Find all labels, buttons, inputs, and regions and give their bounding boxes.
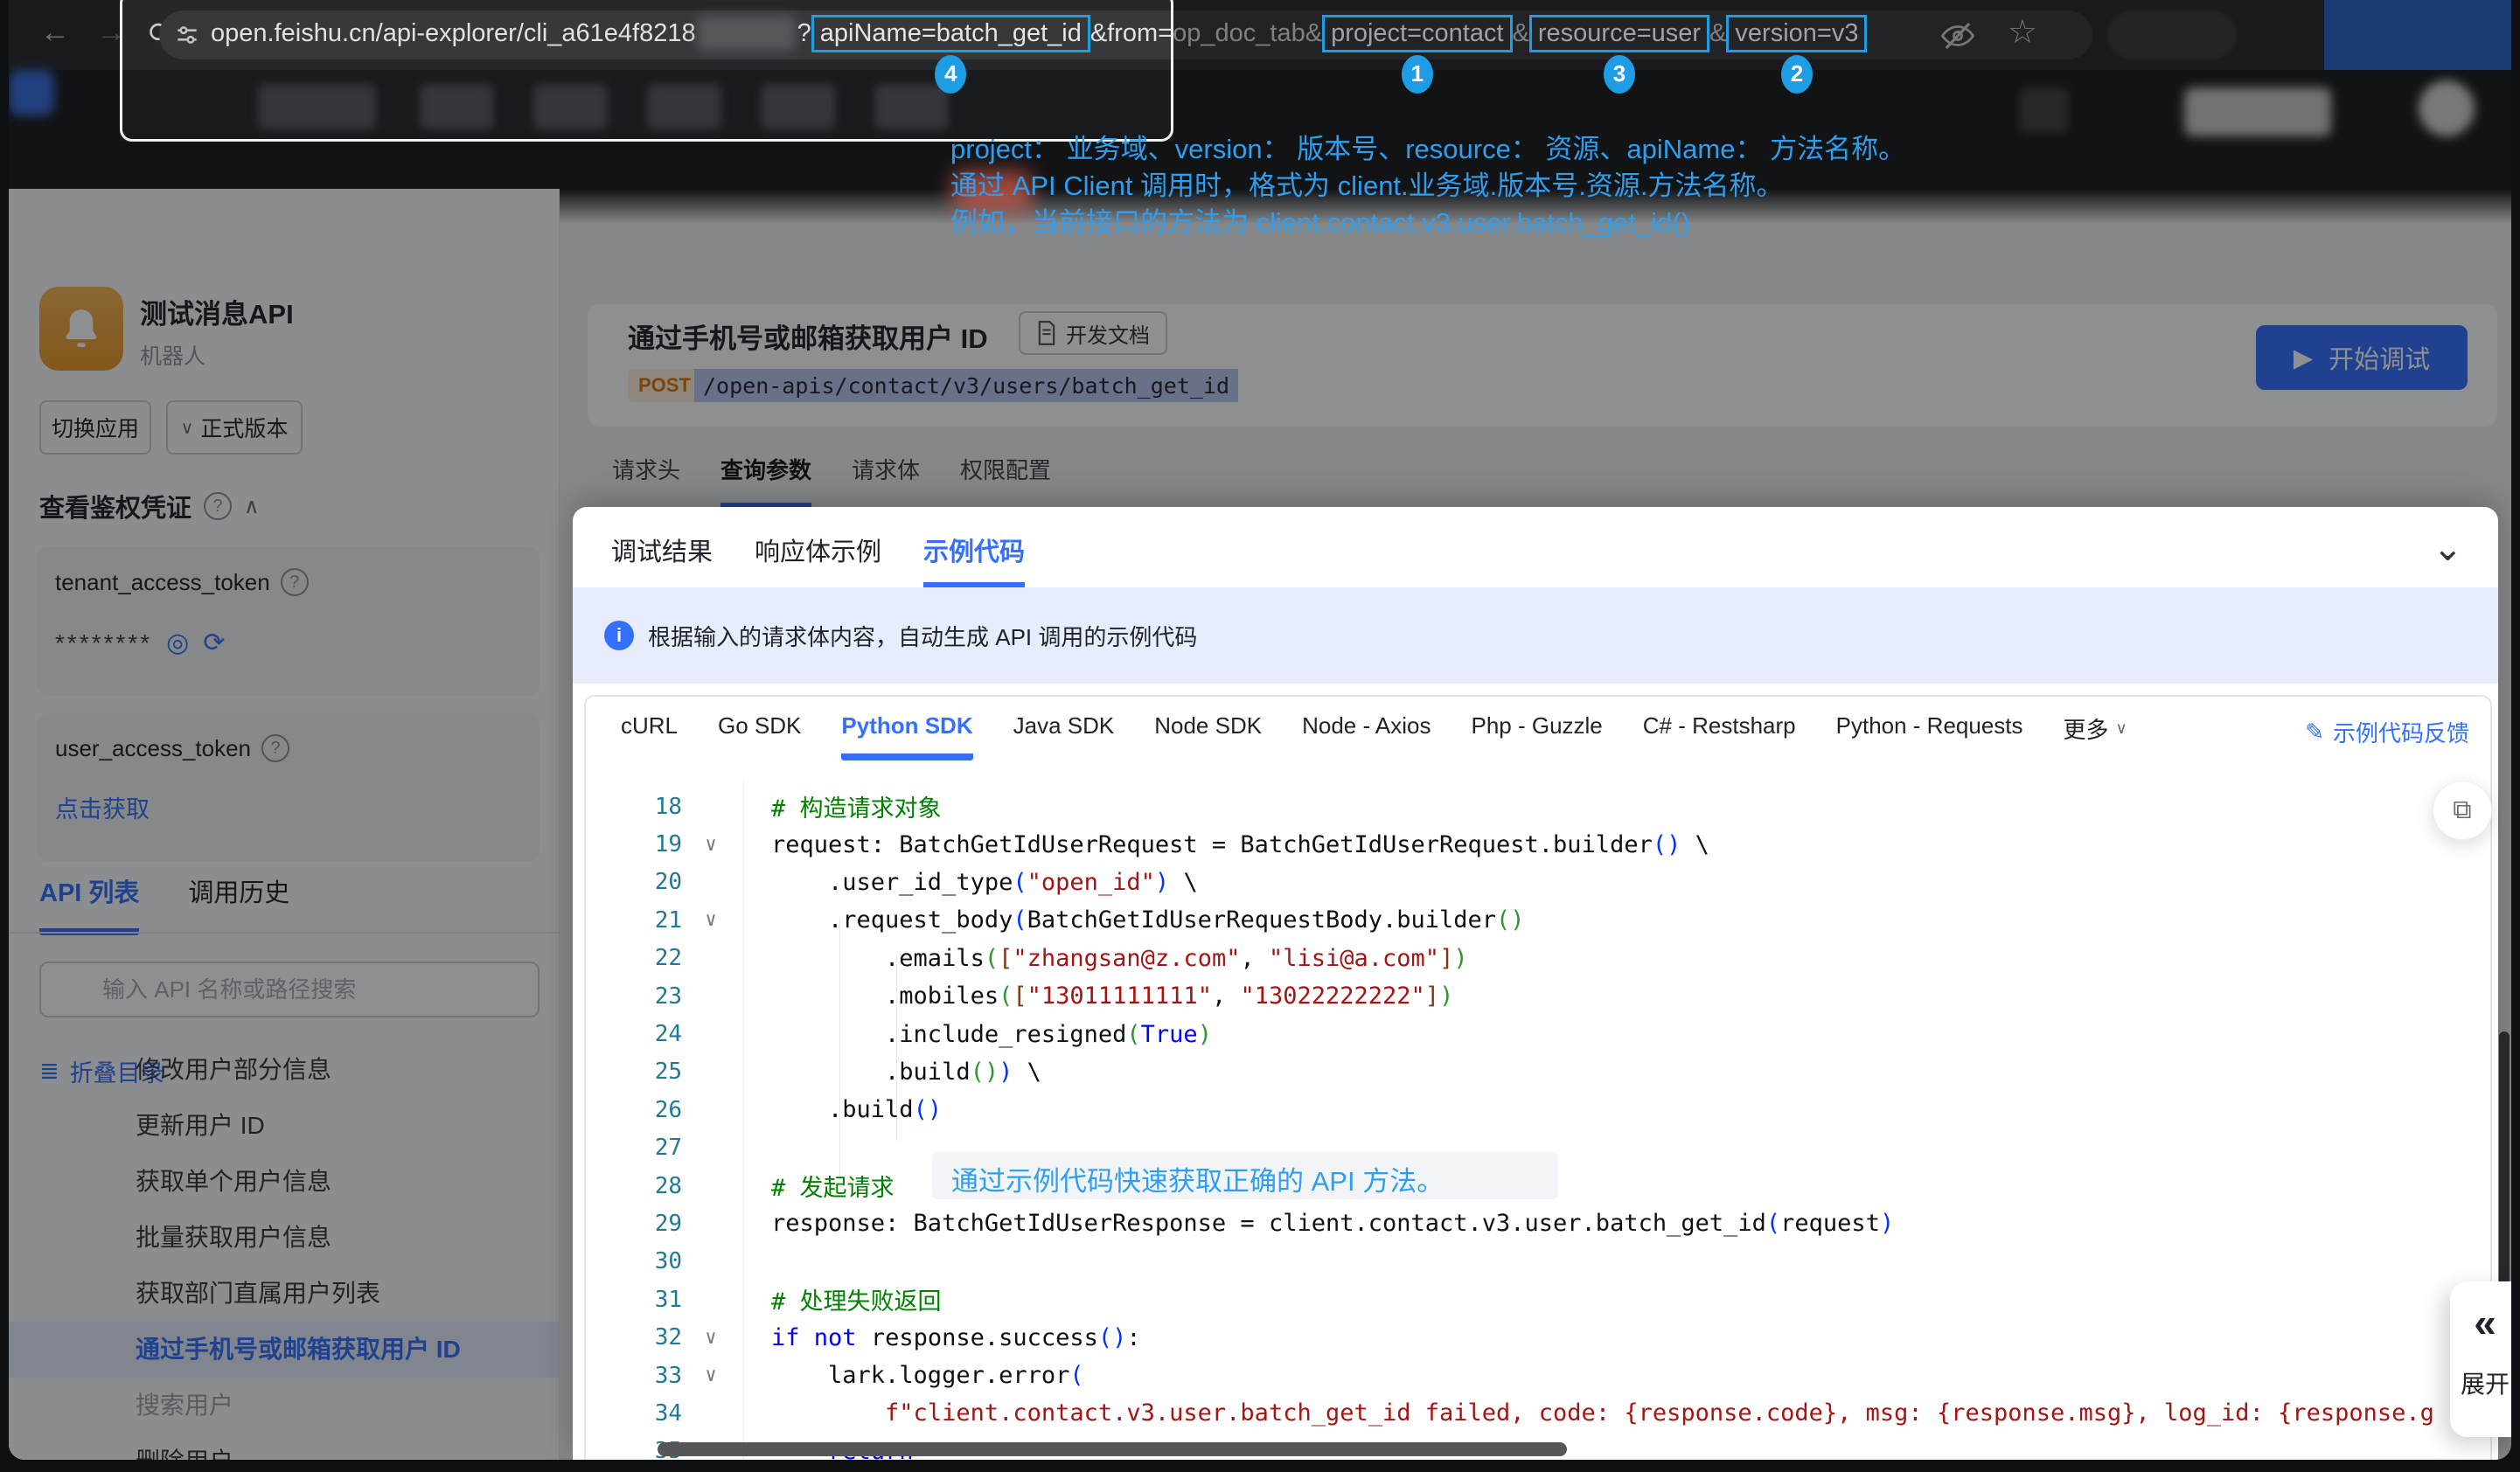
panel-tab[interactable]: 示例代码 <box>923 531 1025 589</box>
chevron-down-icon: ∨ <box>2116 719 2127 738</box>
url-segment[interactable]: project=contact1 <box>1322 15 1512 52</box>
info-bar: i 根据输入的请求体内容，自动生成 API 调用的示例代码 <box>573 587 2498 684</box>
site-info-icon[interactable] <box>173 21 201 49</box>
line-number: 22 <box>586 945 682 971</box>
language-tab[interactable]: cURL <box>621 712 678 753</box>
language-tab[interactable]: 更多∨ <box>2064 712 2127 759</box>
panel-tab[interactable]: 调试结果 <box>611 531 713 589</box>
line-number: 18 <box>586 794 682 820</box>
url-segment[interactable]: ? <box>797 19 811 48</box>
language-tab[interactable]: Python - Requests <box>1836 712 2023 753</box>
url-segment[interactable]: version=v32 <box>1726 15 1867 52</box>
double-chevron-left-icon: « <box>2450 1302 2511 1343</box>
code-line: 32 ∨ if not response.success(): <box>586 1318 2490 1356</box>
line-number: 23 <box>586 983 682 1010</box>
code-line: 29 ∨ response: BatchGetIdUserResponse = … <box>586 1205 2490 1242</box>
language-tab[interactable]: Python SDK <box>841 712 972 760</box>
line-number: 34 <box>586 1400 682 1427</box>
code-line: 30 ∨ <box>586 1243 2490 1281</box>
line-number: 29 <box>586 1211 682 1237</box>
code-feedback-link[interactable]: ✎示例代码反馈 <box>2305 716 2469 748</box>
info-icon: i <box>604 621 634 650</box>
language-tab[interactable]: Java SDK <box>1013 712 1115 753</box>
collapse-panel-chevron-icon[interactable]: ⌄ <box>2433 526 2463 569</box>
tutorial-annotation-line: 通过 API Client 调用时，格式为 client.业务域.版本号.资源.… <box>950 168 1905 205</box>
line-number: 24 <box>586 1021 682 1047</box>
panel-tab[interactable]: 响应体示例 <box>755 531 881 589</box>
line-number: 30 <box>586 1248 682 1274</box>
url-segment[interactable]: resource=user3 <box>1529 15 1709 52</box>
horizontal-scrollbar[interactable] <box>658 1442 1567 1456</box>
code-line: 18 ∨ # 构造请求对象 <box>586 788 2490 825</box>
line-number: 31 <box>586 1287 682 1313</box>
code-editor[interactable]: 18 ∨ # 构造请求对象 19 ∨ request: BatchGetIdUs… <box>586 781 2490 1460</box>
code-line: 20 ∨ .user_id_type("open_id") \ <box>586 864 2490 901</box>
edit-icon: ✎ <box>2305 719 2324 746</box>
result-panel: 调试结果响应体示例示例代码 ⌄ i 根据输入的请求体内容，自动生成 API 调用… <box>573 507 2498 1460</box>
code-line: 31 ∨ # 处理失败返回 <box>586 1281 2490 1318</box>
url-segment[interactable] <box>698 16 796 51</box>
code-sample-box: cURL Go SDK Python SDK Java SDK Node SDK Node… <box>584 695 2492 1460</box>
step-badge: 2 <box>1781 55 1813 94</box>
step-badge: 4 <box>935 55 966 94</box>
language-tab[interactable]: Node - Axios <box>1302 712 1431 753</box>
info-text: 根据输入的请求体内容，自动生成 API 调用的示例代码 <box>648 620 1197 652</box>
dim-overlay <box>9 0 120 142</box>
tutorial-annotation-line: project： 业务域、version： 版本号、resource： 资源、a… <box>950 131 1905 168</box>
step-badge: 3 <box>1604 55 1635 94</box>
language-tabs: cURL Go SDK Python SDK Java SDK Node SDK Node… <box>621 712 2127 760</box>
fold-icon[interactable]: ∨ <box>682 1327 740 1349</box>
line-number: 28 <box>586 1173 682 1199</box>
line-number: 19 <box>586 831 682 858</box>
language-tab[interactable]: Go SDK <box>718 712 801 753</box>
screen: ← → ⟳ open.feishu.cn/api-explorer/cli_a6… <box>9 0 2511 1460</box>
line-number: 25 <box>586 1059 682 1085</box>
language-tab[interactable]: C# - Restsharp <box>1643 712 1796 753</box>
line-number: 26 <box>586 1097 682 1123</box>
language-tab[interactable]: Php - Guzzle <box>1471 712 1602 753</box>
line-number: 20 <box>586 869 682 895</box>
code-line: 33 ∨ lark.logger.error( <box>586 1357 2490 1394</box>
code-line: 23 ∨ .mobiles(["13011111111", "130222222… <box>586 977 2490 1015</box>
copy-code-button[interactable]: ⧉ <box>2433 781 2492 840</box>
line-number: 33 <box>586 1363 682 1389</box>
code-line: 21 ∨ .request_body(BatchGetIdUserRequest… <box>586 901 2490 939</box>
line-number: 32 <box>586 1324 682 1350</box>
url-segment[interactable]: apiName=batch_get_id4 <box>811 15 1090 52</box>
line-number: 27 <box>586 1135 682 1161</box>
tutorial-annotation: project： 业务域、version： 版本号、resource： 资源、a… <box>950 131 1905 241</box>
code-line: 34 ∨ f"client.contact.v3.user.batch_get_… <box>586 1394 2490 1432</box>
url-segment[interactable]: open.feishu.cn/api-explorer/cli_a61e4f82… <box>211 19 696 48</box>
expand-panel-button[interactable]: « 展开 <box>2450 1281 2511 1437</box>
code-line: 19 ∨ request: BatchGetIdUserRequest = Ba… <box>586 825 2490 863</box>
fold-icon[interactable]: ∨ <box>682 1364 740 1386</box>
language-tab[interactable]: Node SDK <box>1154 712 1262 753</box>
code-line: 26 ∨ .build() <box>586 1091 2490 1128</box>
fold-icon[interactable]: ∨ <box>682 909 740 931</box>
code-line: 24 ∨ .include_resigned(True) <box>586 1015 2490 1052</box>
tutorial-annotation-line: 例如，当前接口的方法为 client.contact.v3.user.batch… <box>950 205 1905 241</box>
fold-icon[interactable]: ∨ <box>682 834 740 856</box>
code-line: 25 ∨ .build()) \ <box>586 1053 2490 1091</box>
panel-tabs: 调试结果响应体示例示例代码 <box>611 531 1025 589</box>
tutorial-code-annotation: 通过示例代码快速获取正确的 API 方法。 <box>951 1159 1444 1198</box>
code-line: 22 ∨ .emails(["zhangsan@z.com", "lisi@a.… <box>586 940 2490 977</box>
line-number: 21 <box>586 907 682 934</box>
copy-icon: ⧉ <box>2453 795 2471 825</box>
step-badge: 1 <box>1402 55 1433 94</box>
